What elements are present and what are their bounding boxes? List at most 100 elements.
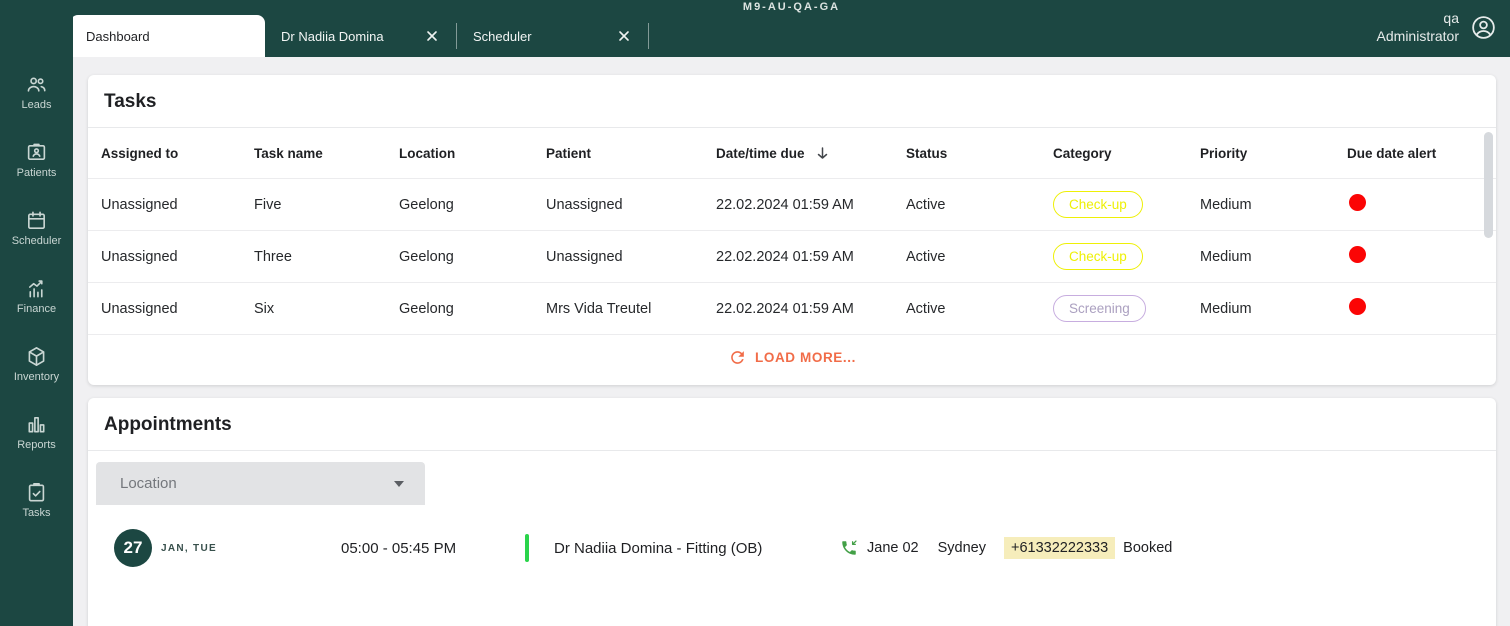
close-icon[interactable] <box>616 28 632 44</box>
due-date-alert-dot <box>1349 246 1366 263</box>
task-priority: Medium <box>1200 300 1252 317</box>
sidebar-item-label: Patients <box>16 167 57 179</box>
tab-scheduler[interactable]: Scheduler <box>457 15 648 57</box>
account-avatar-icon[interactable] <box>1470 14 1497 41</box>
appointments-card: Appointments Location 27 JAN, TUE 05:00 … <box>88 398 1496 626</box>
location-filter-select[interactable]: Location <box>96 462 425 505</box>
col-assigned-to[interactable]: Assigned to <box>101 146 254 161</box>
clipboard-check-icon <box>25 481 48 504</box>
sidebar-item-label: Leads <box>21 99 52 111</box>
close-icon[interactable] <box>424 28 440 44</box>
col-label: Date/time due <box>716 145 805 161</box>
sidebar-item-label: Scheduler <box>11 235 62 247</box>
appointment-location: Sydney <box>937 540 986 556</box>
appointment-time: 05:00 - 05:45 PM <box>341 539 457 557</box>
category-badge: Screening <box>1053 295 1146 322</box>
main-content: Tasks Assigned to Task name Location Pat… <box>73 57 1510 626</box>
due-date-alert-dot <box>1349 298 1366 315</box>
col-status[interactable]: Status <box>906 146 1053 161</box>
load-more-button[interactable]: LOAD MORE... <box>88 335 1496 379</box>
appointment-status-bar <box>525 534 529 562</box>
task-row[interactable]: Unassigned Six Geelong Mrs Vida Treutel … <box>88 283 1496 335</box>
sidebar-item-patients[interactable]: Patients <box>0 141 73 181</box>
due-date-alert-dot <box>1349 194 1366 211</box>
sidebar-item-label: Reports <box>17 439 56 451</box>
appointment-day-label: JAN, TUE <box>161 542 217 554</box>
load-more-label: LOAD MORE... <box>755 349 856 365</box>
task-location: Geelong <box>399 248 454 265</box>
task-patient: Unassigned <box>546 248 623 265</box>
col-priority[interactable]: Priority <box>1200 146 1347 161</box>
col-category[interactable]: Category <box>1053 146 1200 161</box>
col-patient[interactable]: Patient <box>546 146 716 161</box>
task-due: 22.02.2024 01:59 AM <box>716 196 854 213</box>
sidebar-item-label: Tasks <box>22 507 51 519</box>
sidebar-item-tasks[interactable]: Tasks <box>0 481 73 521</box>
tasks-title: Tasks <box>88 75 1496 128</box>
appointment-day-badge: 27 <box>114 529 152 567</box>
task-name: Three <box>254 248 292 265</box>
topbar: M9-AU-QA-GA Dashboard Dr Nadiia Domina S… <box>70 0 1510 57</box>
appointment-row[interactable]: 27 JAN, TUE 05:00 - 05:45 PM Dr Nadiia D… <box>88 519 1496 577</box>
task-due: 22.02.2024 01:59 AM <box>716 248 854 265</box>
tab-label: Dr Nadiia Domina <box>281 28 384 44</box>
category-badge: Check-up <box>1053 191 1143 218</box>
user-name-line: qa <box>1443 10 1459 26</box>
task-name: Five <box>254 196 282 213</box>
appointment-title: Dr Nadiia Domina - Fitting (OB) <box>554 539 763 557</box>
tab-separator <box>648 23 649 49</box>
environment-label: M9-AU-QA-GA <box>742 1 841 13</box>
col-due-date-alert[interactable]: Due date alert <box>1347 146 1496 161</box>
scrollbar[interactable] <box>1484 132 1493 238</box>
sidebar-item-scheduler[interactable]: Scheduler <box>0 209 73 249</box>
chevron-down-icon <box>394 480 404 487</box>
col-date-time-due[interactable]: Date/time due <box>716 146 906 161</box>
sidebar-item-reports[interactable]: Reports <box>0 413 73 453</box>
task-status: Active <box>906 300 946 317</box>
task-name: Six <box>254 300 275 317</box>
col-location[interactable]: Location <box>399 146 546 161</box>
task-assigned-to: Unassigned <box>101 248 178 265</box>
col-task-name[interactable]: Task name <box>254 146 399 161</box>
calendar-icon <box>25 209 48 232</box>
people-icon <box>25 73 48 96</box>
task-patient: Mrs Vida Treutel <box>546 300 652 317</box>
sort-descending-icon[interactable] <box>815 146 830 161</box>
user-menu[interactable]: qa Administrator <box>1377 9 1497 45</box>
task-status: Active <box>906 196 946 213</box>
patient-badge-icon <box>25 141 48 164</box>
task-status: Active <box>906 248 946 265</box>
appointment-status: Booked <box>1123 540 1173 556</box>
task-row[interactable]: Unassigned Three Geelong Unassigned 22.0… <box>88 231 1496 283</box>
appointment-date: 27 JAN, TUE <box>114 529 341 567</box>
sidebar-item-inventory[interactable]: Inventory <box>0 345 73 385</box>
task-priority: Medium <box>1200 248 1252 265</box>
tab-label: Scheduler <box>473 28 532 44</box>
sidebar-item-label: Finance <box>16 303 57 315</box>
sidebar-item-finance[interactable]: Finance <box>0 277 73 317</box>
tab-dr-nadiia-domina[interactable]: Dr Nadiia Domina <box>265 15 456 57</box>
task-assigned-to: Unassigned <box>101 196 178 213</box>
phone-callback-icon[interactable] <box>840 539 858 557</box>
user-role-line: Administrator <box>1376 28 1459 44</box>
tab-label: Dashboard <box>86 28 150 44</box>
bar-chart-icon <box>25 413 48 436</box>
task-priority: Medium <box>1200 196 1252 213</box>
location-filter-label: Location <box>120 475 177 492</box>
tab-strip: Dashboard Dr Nadiia Domina Scheduler <box>70 15 649 57</box>
user-name: qa Administrator <box>1377 9 1459 45</box>
refresh-icon <box>731 350 744 364</box>
trend-chart-icon <box>25 277 48 300</box>
appointment-phone-number[interactable]: +61332222333 <box>1003 537 1116 559</box>
sidebar: Leads Patients Scheduler Finance Invento… <box>0 0 73 626</box>
tasks-table-header: Assigned to Task name Location Patient D… <box>88 128 1496 179</box>
task-row[interactable]: Unassigned Five Geelong Unassigned 22.02… <box>88 179 1496 231</box>
tab-dashboard[interactable]: Dashboard <box>70 15 265 57</box>
task-location: Geelong <box>399 300 454 317</box>
task-patient: Unassigned <box>546 196 623 213</box>
appointments-filter-bar: Location <box>88 451 1496 505</box>
appointment-patient: Jane 02 <box>867 540 919 556</box>
sidebar-item-leads[interactable]: Leads <box>0 73 73 113</box>
task-assigned-to: Unassigned <box>101 300 178 317</box>
task-due: 22.02.2024 01:59 AM <box>716 300 854 317</box>
